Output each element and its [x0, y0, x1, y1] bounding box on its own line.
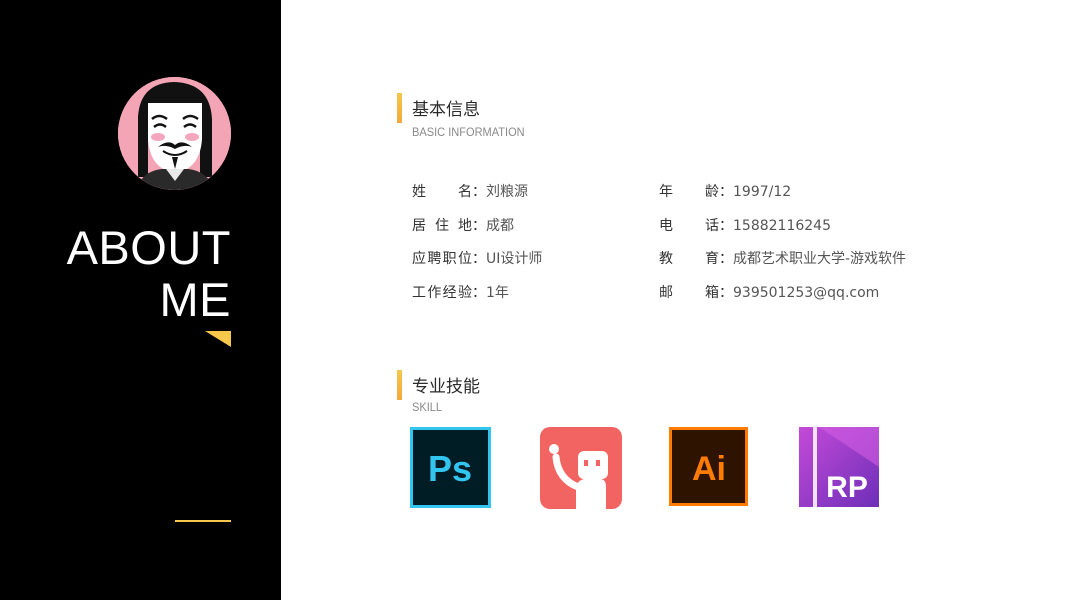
- info-label: 年龄: [659, 184, 719, 200]
- skills-subtitle: SKILL: [412, 400, 443, 414]
- info-value: 刘粮源: [486, 184, 528, 200]
- info-row: 邮箱：939501253@qq.com: [659, 283, 879, 303]
- guy-fawkes-mask-icon: [118, 77, 231, 190]
- info-row: 工作经验：1年: [412, 283, 509, 303]
- basic-info-title: 基本信息: [412, 100, 480, 120]
- info-colon: ：: [719, 251, 733, 267]
- about-me-heading: ABOUT ME: [67, 222, 231, 326]
- avatar: [118, 77, 231, 190]
- info-value: 939501253@qq.com: [733, 284, 880, 301]
- info-colon: ：: [472, 251, 486, 267]
- illustrator-icon-label: Ai: [692, 450, 726, 488]
- info-label: 邮箱: [659, 284, 719, 301]
- info-label: 应聘职位: [412, 251, 472, 267]
- section-accent-bar: [397, 93, 402, 123]
- axure-rp-icon-label: RP: [826, 471, 868, 504]
- sidebar: ABOUT ME: [0, 0, 281, 600]
- info-row: 教育：成都艺术职业大学-游戏软件: [659, 249, 906, 269]
- info-label: 电话: [659, 217, 719, 234]
- about-heading-line2: ME: [159, 273, 231, 326]
- info-label: 工作经验: [412, 284, 472, 301]
- info-colon: ：: [472, 184, 486, 200]
- info-label: 姓名: [412, 184, 472, 200]
- photoshop-icon-label: Ps: [428, 448, 472, 489]
- axure-rp-icon: RP: [799, 427, 880, 508]
- info-label: 居住地: [412, 217, 472, 234]
- info-value: 1年: [486, 284, 509, 301]
- photoshop-icon: Ps: [410, 427, 491, 508]
- info-colon: ：: [719, 217, 733, 234]
- section-accent-bar: [397, 370, 402, 400]
- info-row: 年龄：1997/12: [659, 182, 791, 202]
- robot-app-icon: [540, 427, 622, 509]
- info-value: 成都: [486, 217, 514, 234]
- info-colon: ：: [472, 284, 486, 301]
- info-value: 成都艺术职业大学-游戏软件: [733, 251, 907, 267]
- info-value: 1997/12: [733, 184, 792, 200]
- info-row: 姓名：刘粮源: [412, 182, 528, 202]
- info-value: UI设计师: [486, 251, 543, 267]
- info-row: 电话：15882116245: [659, 216, 831, 236]
- info-row: 居住地：成都: [412, 216, 514, 236]
- info-colon: ：: [472, 217, 486, 234]
- info-label: 教育: [659, 251, 719, 267]
- info-value: 15882116245: [733, 217, 831, 234]
- info-colon: ：: [719, 284, 733, 301]
- basic-info-subtitle: BASIC INFORMATION: [412, 125, 525, 139]
- about-heading-line1: ABOUT: [66, 221, 231, 274]
- yellow-line-decoration: [175, 520, 231, 522]
- skills-title: 专业技能: [412, 377, 480, 397]
- info-colon: ：: [719, 184, 733, 200]
- info-row: 应聘职位：UI设计师: [412, 249, 542, 269]
- illustrator-icon: Ai: [669, 427, 750, 508]
- yellow-triangle-decoration: [205, 331, 231, 347]
